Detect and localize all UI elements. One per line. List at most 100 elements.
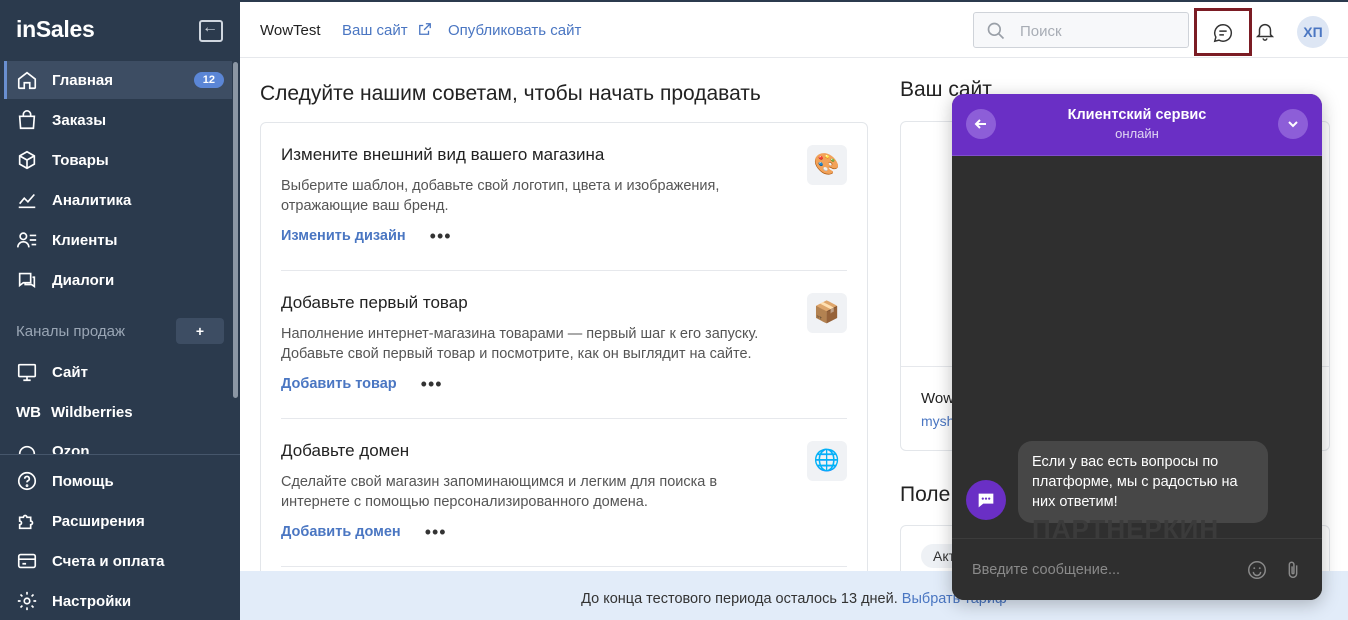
shop-name: WowTest <box>260 22 321 39</box>
chat-messages[interactable]: Если у вас есть вопросы по платформе, мы… <box>952 156 1322 538</box>
page-title: Следуйте нашим советам, чтобы начать про… <box>260 82 761 105</box>
chat-widget: Клиентский сервис онлайн Если у вас есть… <box>952 94 1322 600</box>
emoji-icon[interactable] <box>1246 559 1268 581</box>
divider <box>281 270 847 271</box>
ozon-icon <box>16 443 38 454</box>
publish-site-link[interactable]: Опубликовать сайт <box>448 22 581 39</box>
palette-icon: 🎨 <box>807 145 847 185</box>
bot-message: Если у вас есть вопросы по платформе, мы… <box>1018 441 1268 523</box>
chat-bubble-icon <box>1213 24 1233 43</box>
sidebar-item-label: Помощь <box>52 472 114 490</box>
search-icon <box>987 22 1005 40</box>
sidebar: inSales Главная 12 Заказы Товары Аналити… <box>0 0 240 620</box>
chart-icon <box>16 189 38 211</box>
tip-product: Добавьте первый товар Наполнение интерне… <box>281 293 847 393</box>
monitor-icon <box>16 361 38 383</box>
globe-icon: 🌐 <box>807 441 847 481</box>
notification-badge: 12 <box>193 72 224 88</box>
sidebar-item-label: Диалоги <box>52 271 115 289</box>
external-link-icon <box>418 23 431 35</box>
add-channel-button[interactable]: + <box>176 318 224 344</box>
your-site-label: Ваш сайт <box>342 22 408 39</box>
clients-icon <box>16 229 38 251</box>
sidebar-item-label: Сайт <box>52 363 88 381</box>
paperclip-icon[interactable] <box>1282 559 1304 581</box>
tips-card: Измените внешний вид вашего магазина Выб… <box>260 122 868 582</box>
help-icon <box>16 470 38 492</box>
chat-message-input[interactable] <box>972 559 1232 581</box>
top-header: WowTest Ваш сайт Опубликовать сайт ХП <box>240 0 1348 58</box>
tip-description: Выберите шаблон, добавьте свой логотип, … <box>281 178 720 214</box>
sidebar-item-products[interactable]: Товары <box>4 141 232 179</box>
chat-status: онлайн <box>1115 126 1159 141</box>
useful-section-title: Поле <box>900 483 951 506</box>
tip-domain: Добавьте домен Сделайте свой магазин зап… <box>281 441 847 541</box>
sidebar-item-label: Главная <box>52 71 114 89</box>
sidebar-item-ozon[interactable]: Ozon <box>4 433 232 454</box>
sidebar-item-billing[interactable]: Счета и оплата <box>4 542 232 580</box>
sidebar-item-label: Wildberries <box>51 403 133 421</box>
sidebar-item-label: Счета и оплата <box>52 552 165 570</box>
sidebar-item-orders[interactable]: Заказы <box>4 101 232 139</box>
sidebar-item-extensions[interactable]: Расширения <box>4 502 232 540</box>
change-design-link[interactable]: Изменить дизайн <box>281 228 406 244</box>
chat-minimize-button[interactable] <box>1278 109 1308 139</box>
site-url-link[interactable]: mysh <box>921 413 954 429</box>
sidebar-item-help[interactable]: Помощь <box>4 462 232 500</box>
sales-channels-label: Каналы продаж <box>16 323 126 340</box>
user-avatar[interactable]: ХП <box>1297 16 1329 48</box>
more-options-icon[interactable]: ••• <box>430 227 452 245</box>
sidebar-item-site[interactable]: Сайт <box>4 353 232 391</box>
search-box[interactable] <box>973 12 1189 48</box>
divider <box>281 566 847 567</box>
gear-icon <box>16 590 38 612</box>
logo[interactable]: inSales <box>16 16 95 43</box>
box-icon <box>16 149 38 171</box>
sidebar-item-label: Заказы <box>52 111 107 129</box>
tip-title: Добавьте первый товар <box>281 293 468 312</box>
chat-input-bar <box>952 538 1322 600</box>
sidebar-item-label: Аналитика <box>52 191 132 209</box>
sidebar-item-label: Клиенты <box>52 231 118 249</box>
chat-header: Клиентский сервис онлайн <box>952 94 1322 156</box>
sidebar-scrollbar[interactable] <box>233 62 238 398</box>
chevron-down-icon <box>1288 121 1298 128</box>
more-options-icon[interactable]: ••• <box>425 523 447 541</box>
trial-text: До конца тестового периода осталось 13 д… <box>581 591 898 607</box>
bot-avatar <box>966 480 1006 520</box>
bag-icon <box>16 109 38 131</box>
site-name: Wow <box>921 390 955 407</box>
search-input[interactable] <box>1020 20 1180 42</box>
bell-icon[interactable] <box>1254 20 1276 42</box>
tip-design: Измените внешний вид вашего магазина Выб… <box>281 145 847 245</box>
chat-button[interactable] <box>1194 8 1252 56</box>
sidebar-divider <box>0 454 240 455</box>
add-domain-link[interactable]: Добавить домен <box>281 524 401 540</box>
sidebar-item-label: Расширения <box>52 512 145 530</box>
tip-title: Добавьте домен <box>281 441 410 460</box>
sidebar-item-settings[interactable]: Настройки <box>4 582 232 620</box>
sidebar-item-home[interactable]: Главная 12 <box>4 61 232 99</box>
home-icon <box>16 69 38 91</box>
sidebar-item-analytics[interactable]: Аналитика <box>4 181 232 219</box>
more-options-icon[interactable]: ••• <box>421 375 443 393</box>
sidebar-item-label: Ozon <box>52 443 90 454</box>
dialogs-icon <box>16 269 38 291</box>
sidebar-item-dialogs[interactable]: Диалоги <box>4 261 232 299</box>
wildberries-icon: WB <box>16 403 41 421</box>
collapse-sidebar-button[interactable] <box>199 19 223 42</box>
package-icon: 📦 <box>807 293 847 333</box>
sidebar-item-wildberries[interactable]: WB Wildberries <box>4 393 232 431</box>
tip-description: Наполнение интернет-магазина товарами — … <box>281 326 759 362</box>
sidebar-item-clients[interactable]: Клиенты <box>4 221 232 259</box>
chat-title: Клиентский сервис <box>1067 107 1207 123</box>
card-icon <box>16 550 38 572</box>
tip-description: Сделайте свой магазин запоминающимся и л… <box>281 474 718 510</box>
divider <box>281 418 847 419</box>
tip-title: Измените внешний вид вашего магазина <box>281 145 605 164</box>
puzzle-icon <box>16 510 38 532</box>
your-site-link[interactable]: Ваш сайт <box>342 22 432 39</box>
sidebar-item-label: Настройки <box>52 592 132 610</box>
add-product-link[interactable]: Добавить товар <box>281 376 397 392</box>
chat-bot-icon <box>978 493 994 508</box>
